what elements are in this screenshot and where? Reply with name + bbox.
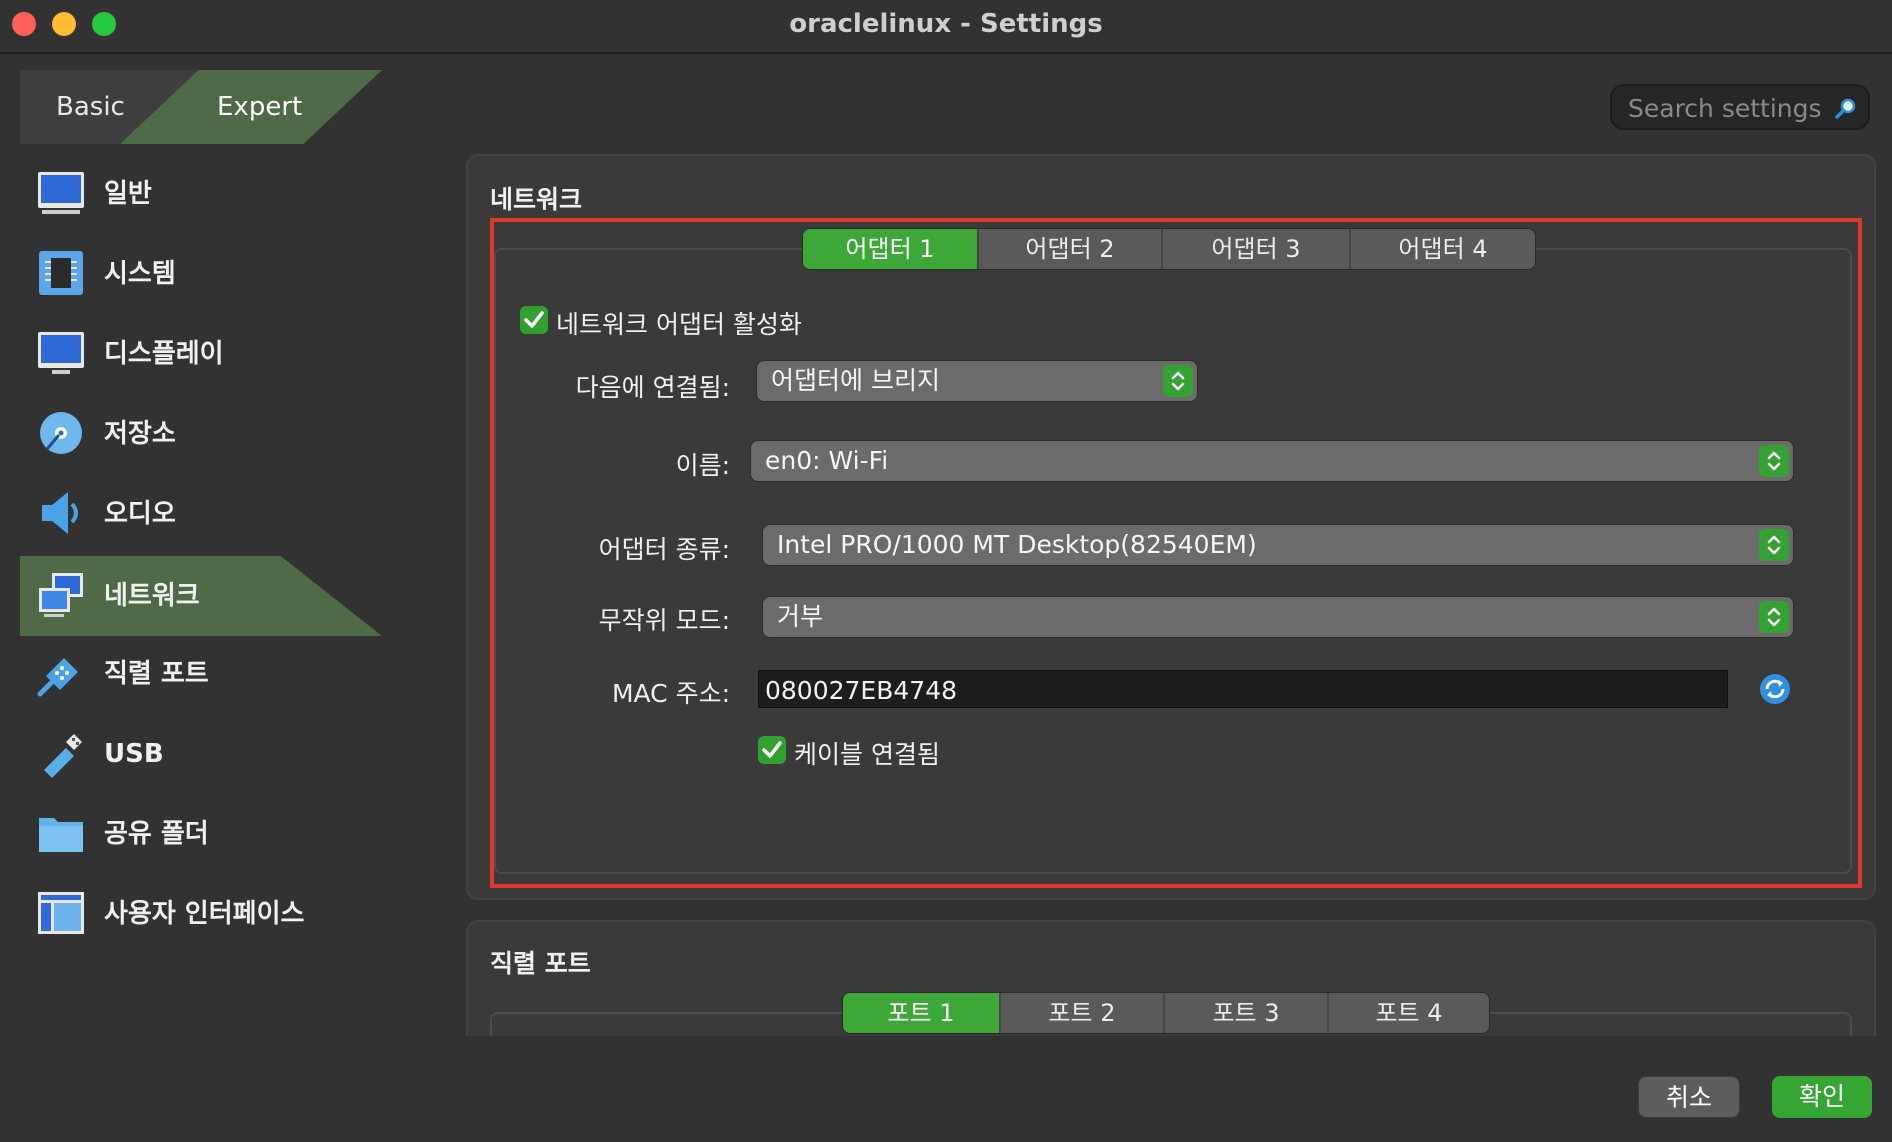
tab-adapter-3[interactable]: 어댑터 3 <box>1163 229 1351 269</box>
name-select[interactable]: en0: Wi-Fi <box>750 440 1794 482</box>
enable-adapter-label[interactable]: 네트워크 어댑터 활성화 <box>556 305 802 341</box>
promiscuous-mode-label: 무작위 모드: <box>598 606 730 635</box>
sidebar-item-display[interactable]: 디스플레이 <box>20 314 382 394</box>
serial-port-icon <box>37 658 78 697</box>
sidebar-item-label: 시스템 <box>104 259 176 289</box>
chevron-updown-icon <box>1759 529 1789 561</box>
display-icon <box>38 332 84 374</box>
enable-adapter-checkbox[interactable] <box>520 306 548 334</box>
adapter-type-label: 어댑터 종류: <box>598 535 730 564</box>
window-title: oraclelinux - Settings <box>789 9 1103 39</box>
mac-address-input[interactable] <box>763 672 1707 708</box>
search-input[interactable] <box>1626 91 1830 125</box>
chevron-updown-icon <box>1759 445 1789 477</box>
adapter-type-select[interactable]: Intel PRO/1000 MT Desktop(82540EM) <box>762 524 1794 566</box>
ui-window-icon <box>38 892 84 934</box>
checkmark-icon <box>524 311 544 328</box>
settings-window: oraclelinux - Settings Basic Expert 일반 <box>0 0 1892 1142</box>
sidebar-item-storage[interactable]: 저장소 <box>20 394 382 474</box>
adapter-type-value: Intel PRO/1000 MT Desktop(82540EM) <box>777 530 1257 559</box>
search-icon[interactable] <box>1834 96 1858 120</box>
network-icon <box>39 573 83 617</box>
sidebar-item-system[interactable]: 시스템 <box>20 234 382 314</box>
tab-adapter-1[interactable]: 어댑터 1 <box>803 229 979 269</box>
title-bar: oraclelinux - Settings <box>0 0 1892 54</box>
tab-port-4[interactable]: 포트 4 <box>1329 993 1489 1033</box>
ok-button[interactable]: 확인 <box>1772 1076 1872 1118</box>
checkmark-icon <box>762 741 782 758</box>
tab-port-3[interactable]: 포트 3 <box>1165 993 1329 1033</box>
sidebar-item-label: 사용자 인터페이스 <box>104 899 305 929</box>
promiscuous-mode-value: 거부 <box>777 602 824 631</box>
usb-icon <box>44 734 82 778</box>
monitor-icon <box>38 172 84 214</box>
attached-to-value: 어댑터에 브리지 <box>771 366 940 395</box>
speaker-icon <box>42 492 78 534</box>
sidebar-item-user-interface[interactable]: 사용자 인터페이스 <box>20 874 382 954</box>
mac-address-label: MAC 주소: <box>611 679 730 708</box>
attached-to-select[interactable]: 어댑터에 브리지 <box>756 360 1198 402</box>
name-value: en0: Wi-Fi <box>765 446 889 475</box>
sidebar-item-label: 네트워크 <box>104 581 200 611</box>
cancel-button[interactable]: 취소 <box>1638 1076 1740 1118</box>
sidebar-item-audio[interactable]: 오디오 <box>20 474 382 554</box>
cable-connected-label[interactable]: 케이블 연결됨 <box>794 735 940 771</box>
refresh-mac-icon[interactable] <box>1758 672 1792 706</box>
name-label: 이름: <box>675 451 730 480</box>
tab-adapter-2[interactable]: 어댑터 2 <box>979 229 1163 269</box>
chip-icon <box>39 251 83 295</box>
expert-mode-label[interactable]: Expert <box>217 70 302 144</box>
sidebar-item-label: 오디오 <box>104 499 176 529</box>
promiscuous-mode-select[interactable]: 거부 <box>762 596 1794 638</box>
serial-port-tabs: 포트 1 포트 2 포트 3 포트 4 <box>842 992 1490 1034</box>
sidebar-item-shared-folders[interactable]: 공유 폴더 <box>20 794 382 874</box>
tab-adapter-4[interactable]: 어댑터 4 <box>1351 229 1535 269</box>
chevron-updown-icon <box>1759 601 1789 633</box>
sidebar-item-serial-port[interactable]: 직렬 포트 <box>20 634 382 714</box>
chevron-updown-icon <box>1163 365 1193 397</box>
attached-to-label: 다음에 연결됨: <box>575 373 730 402</box>
serial-section-title: 직렬 포트 <box>490 949 591 978</box>
sidebar-item-label: USB <box>104 739 164 769</box>
disk-icon <box>40 412 82 454</box>
sidebar-item-label: 일반 <box>104 179 152 209</box>
mac-address-field[interactable] <box>758 670 1728 708</box>
sidebar-item-label: 직렬 포트 <box>104 659 209 689</box>
sidebar-item-label: 디스플레이 <box>104 339 224 369</box>
folder-icon <box>39 818 83 852</box>
panel-clip <box>466 1036 1876 1050</box>
sidebar-item-label: 저장소 <box>104 419 176 449</box>
adapter-tabs: 어댑터 1 어댑터 2 어댑터 3 어댑터 4 <box>802 228 1536 270</box>
tab-port-2[interactable]: 포트 2 <box>1001 993 1165 1033</box>
search-box[interactable] <box>1610 84 1870 130</box>
sidebar-item-network[interactable]: 네트워크 <box>20 556 382 636</box>
sidebar-item-label: 공유 폴더 <box>104 819 209 849</box>
network-section-title: 네트워크 <box>490 185 583 214</box>
sidebar-item-usb[interactable]: USB <box>20 714 382 794</box>
tab-port-1[interactable]: 포트 1 <box>843 993 1001 1033</box>
cable-connected-checkbox[interactable] <box>758 736 786 764</box>
sidebar-item-general[interactable]: 일반 <box>20 154 382 234</box>
